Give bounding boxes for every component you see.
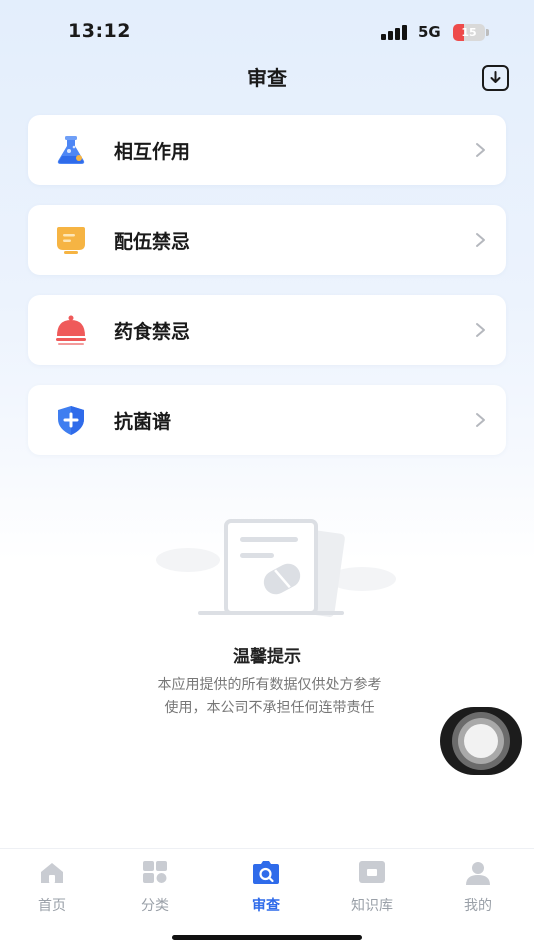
assistive-touch-button[interactable] xyxy=(440,707,522,775)
notice-line: 本应用提供的所有数据仅供处方参考 xyxy=(157,677,382,693)
category-grid-icon xyxy=(143,861,167,883)
page-title: 审查 xyxy=(247,66,287,90)
menu-item-label: 相互作用 xyxy=(114,141,191,163)
flask-icon xyxy=(57,136,85,164)
tab-review[interactable]: 审查 xyxy=(226,859,306,919)
menu-item-food-drug[interactable]: 药食禁忌 xyxy=(28,295,506,365)
tab-knowledge[interactable]: 知识库 xyxy=(332,859,412,919)
home-indicator xyxy=(172,935,362,940)
review-camera-icon xyxy=(253,861,279,884)
status-time: 13:12 xyxy=(68,20,131,42)
menu-item-incompatibility[interactable]: 配伍禁忌 xyxy=(28,205,506,275)
menu-item-label: 抗菌谱 xyxy=(114,411,172,433)
battery-charging-icon: 15 xyxy=(453,24,489,41)
tab-category[interactable]: 分类 xyxy=(115,859,195,919)
tab-label: 分类 xyxy=(141,898,169,914)
chevron-right-icon xyxy=(476,323,485,337)
tab-label: 审查 xyxy=(252,898,280,914)
tab-label: 首页 xyxy=(38,898,66,914)
menu-item-label: 药食禁忌 xyxy=(114,321,191,343)
status-bar: 13:12 5G 15 xyxy=(0,0,534,56)
network-type: 5G xyxy=(418,23,441,41)
home-icon xyxy=(41,863,63,883)
download-icon xyxy=(490,71,501,83)
chevron-right-icon xyxy=(476,233,485,247)
food-cloche-icon xyxy=(56,315,86,345)
chevron-right-icon xyxy=(476,413,485,427)
notice-title: 温馨提示 xyxy=(233,647,301,667)
download-button[interactable] xyxy=(482,65,509,91)
tab-profile[interactable]: 我的 xyxy=(438,859,518,919)
tab-label: 我的 xyxy=(464,898,492,914)
knowledge-book-icon xyxy=(359,861,385,883)
shield-plus-icon xyxy=(58,406,84,435)
battery-level-text: 15 xyxy=(461,26,477,39)
tab-label: 知识库 xyxy=(351,898,393,914)
document-pill-illustration xyxy=(156,519,396,617)
menu-item-label: 配伍禁忌 xyxy=(114,231,191,253)
menu-item-interaction[interactable]: 相互作用 xyxy=(28,115,506,185)
chevron-right-icon xyxy=(476,143,485,157)
cellular-signal-icon xyxy=(381,25,409,40)
tab-home[interactable]: 首页 xyxy=(12,859,92,919)
user-profile-icon xyxy=(466,862,490,885)
label-tag-icon xyxy=(57,227,85,254)
menu-item-antibacterial[interactable]: 抗菌谱 xyxy=(28,385,506,455)
